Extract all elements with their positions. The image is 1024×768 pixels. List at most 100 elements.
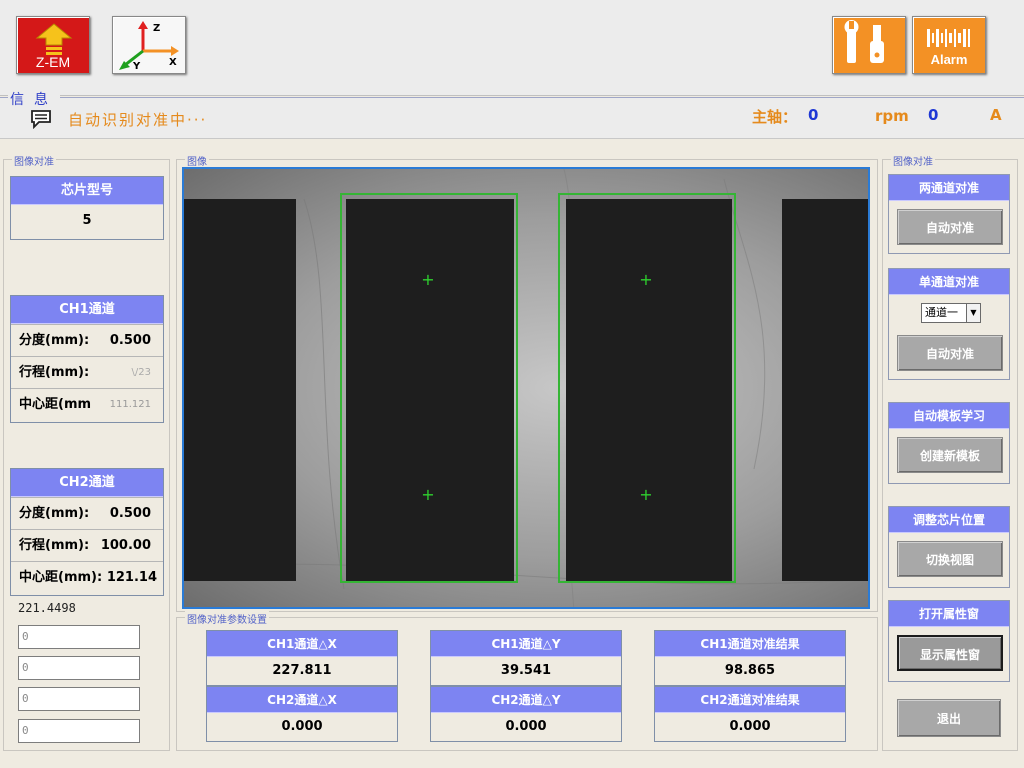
chip-right-edge xyxy=(782,199,868,581)
show-properties-button[interactable]: 显示属性窗 xyxy=(897,635,1003,671)
single-channel-box: 单通道对准 通道一 ▼ 自动对准 xyxy=(888,268,1010,380)
create-template-button[interactable]: 创建新模板 xyxy=(897,437,1003,473)
param-ch2-dy: CH2通道△Y 0.000 xyxy=(430,686,622,742)
channel-select-value: 通道一 xyxy=(925,306,958,319)
spindle-label: 主轴： xyxy=(752,108,798,126)
exit-button[interactable]: 退出 xyxy=(897,699,1001,737)
param-ch1-dy-value: 39.541 xyxy=(500,663,552,678)
param-ch2-dy-head: CH2通道△Y xyxy=(431,687,621,713)
params-group-legend: 图像对准参数设置 xyxy=(185,611,269,626)
props-title: 打开属性窗 xyxy=(889,601,1009,627)
chip-model-panel: 芯片型号 5 xyxy=(10,176,164,240)
param-ch1-result-value: 98.865 xyxy=(724,663,776,678)
axes-icon: Z Y X xyxy=(119,21,179,72)
axis-x-label: X xyxy=(169,57,177,68)
tools-button[interactable] xyxy=(832,16,906,74)
readout-value: 221.4498 xyxy=(18,601,76,615)
image-group-legend: 图像 xyxy=(185,153,209,168)
input-field-1[interactable]: 0 xyxy=(18,625,140,649)
single-channel-title: 单通道对准 xyxy=(889,269,1009,295)
chip-model-title: 芯片型号 xyxy=(11,177,163,205)
dual-channel-box: 两通道对准 自动对准 xyxy=(888,174,1010,254)
status-message: 自动识别对准中··· xyxy=(68,111,208,129)
param-ch2-dx: CH2通道△X 0.000 xyxy=(206,686,398,742)
axis-z-label: Z xyxy=(153,23,160,34)
ch2-panel: CH2通道 分度(mm): 0.500 行程(mm): 100.00 中心距(m… xyxy=(10,468,164,596)
param-ch2-dx-value: 0.000 xyxy=(281,719,323,734)
right-group-legend: 图像对准 xyxy=(891,153,935,168)
param-ch2-result-value: 0.000 xyxy=(729,719,771,734)
info-legend: 信息 xyxy=(8,89,60,109)
z-em-button[interactable]: Z-EM xyxy=(16,16,90,74)
axes-button[interactable]: Z Y X xyxy=(112,16,186,74)
alarm-button[interactable]: Alarm xyxy=(912,16,986,74)
crosshair-icon: + xyxy=(639,270,653,289)
ch1-center-label: 中心距(mm xyxy=(19,397,92,412)
ch2-center-row: 中心距(mm): 121.14 xyxy=(11,561,163,593)
ch2-title: CH2通道 xyxy=(11,469,163,497)
param-ch1-dy-head: CH1通道△Y xyxy=(431,631,621,657)
info-bar: 信息 自动识别对准中··· 主轴： 0 rpm 0 A xyxy=(0,89,1024,139)
param-ch2-dy-value: 0.000 xyxy=(505,719,547,734)
barcode-icon xyxy=(927,29,970,47)
param-ch1-dx: CH1通道△X 227.811 xyxy=(206,630,398,686)
param-ch2-dx-head: CH2通道△X xyxy=(207,687,397,713)
single-auto-align-button[interactable]: 自动对准 xyxy=(897,335,1003,371)
template-title: 自动模板学习 xyxy=(889,403,1009,429)
ch1-title: CH1通道 xyxy=(11,296,163,324)
left-group-legend: 图像对准 xyxy=(12,153,56,168)
top-toolbar: Z-EM Z Y X Alarm xyxy=(0,0,1024,96)
ch2-index-value: 0.500 xyxy=(109,506,151,521)
param-ch1-dx-head: CH1通道△X xyxy=(207,631,397,657)
switch-view-button[interactable]: 切换视图 xyxy=(897,541,1003,577)
param-ch1-dy: CH1通道△Y 39.541 xyxy=(430,630,622,686)
param-ch2-result-head: CH2通道对准结果 xyxy=(655,687,845,713)
spindle-value: 0 xyxy=(808,106,819,124)
ch1-travel-row: 行程(mm): \/23 xyxy=(11,356,163,388)
ch2-travel-row: 行程(mm): 100.00 xyxy=(11,529,163,561)
z-em-label: Z-EM xyxy=(35,54,71,70)
roi-box-2 xyxy=(558,193,736,583)
ch2-index-label: 分度(mm): xyxy=(19,506,90,521)
ampere-label: A xyxy=(990,106,1002,124)
param-ch2-result: CH2通道对准结果 0.000 xyxy=(654,686,846,742)
param-ch1-result: CH1通道对准结果 98.865 xyxy=(654,630,846,686)
axis-y-label: Y xyxy=(132,61,141,72)
ch1-center-row: 中心距(mm 111.121 xyxy=(11,388,163,420)
ch1-travel-label: 行程(mm): xyxy=(19,365,90,380)
ch2-travel-value: 100.00 xyxy=(100,538,151,553)
ch2-center-label: 中心距(mm): xyxy=(19,570,103,585)
up-arrow-icon xyxy=(35,23,73,55)
message-icon xyxy=(31,110,51,129)
param-ch1-dx-value: 227.811 xyxy=(272,663,332,678)
ch1-center-value: 111.121 xyxy=(109,399,151,410)
alarm-label: Alarm xyxy=(930,52,968,67)
crosshair-icon: + xyxy=(639,485,653,504)
ch1-index-row: 分度(mm): 0.500 xyxy=(11,324,163,356)
input-field-3[interactable]: 0 xyxy=(18,687,140,711)
camera-view[interactable]: + + + + xyxy=(182,167,870,609)
info-divider xyxy=(0,97,1024,98)
crosshair-icon: + xyxy=(421,485,435,504)
rpm-label: rpm xyxy=(875,107,909,125)
dual-auto-align-button[interactable]: 自动对准 xyxy=(897,209,1003,245)
ch2-index-row: 分度(mm): 0.500 xyxy=(11,497,163,529)
dual-channel-title: 两通道对准 xyxy=(889,175,1009,201)
ch1-panel: CH1通道 分度(mm): 0.500 行程(mm): \/23 中心距(mm … xyxy=(10,295,164,423)
chip-model-value: 5 xyxy=(82,213,92,228)
chevron-down-icon[interactable]: ▼ xyxy=(966,304,980,322)
rpm-value: 0 xyxy=(928,106,939,124)
input-field-2[interactable]: 0 xyxy=(18,656,140,680)
ch1-index-label: 分度(mm): xyxy=(19,333,90,348)
param-ch1-result-head: CH1通道对准结果 xyxy=(655,631,845,657)
roi-box-1 xyxy=(340,193,518,583)
chip-left-edge xyxy=(184,199,296,581)
channel-select[interactable]: 通道一 ▼ xyxy=(921,303,981,323)
adjust-box: 调整芯片位置 切换视图 xyxy=(888,506,1010,588)
ch1-index-value: 0.500 xyxy=(109,333,151,348)
input-field-4[interactable]: 0 xyxy=(18,719,140,743)
template-box: 自动模板学习 创建新模板 xyxy=(888,402,1010,484)
ch2-center-value: 121.14 xyxy=(106,570,157,585)
ch1-travel-value: \/23 xyxy=(131,367,151,378)
adjust-title: 调整芯片位置 xyxy=(889,507,1009,533)
